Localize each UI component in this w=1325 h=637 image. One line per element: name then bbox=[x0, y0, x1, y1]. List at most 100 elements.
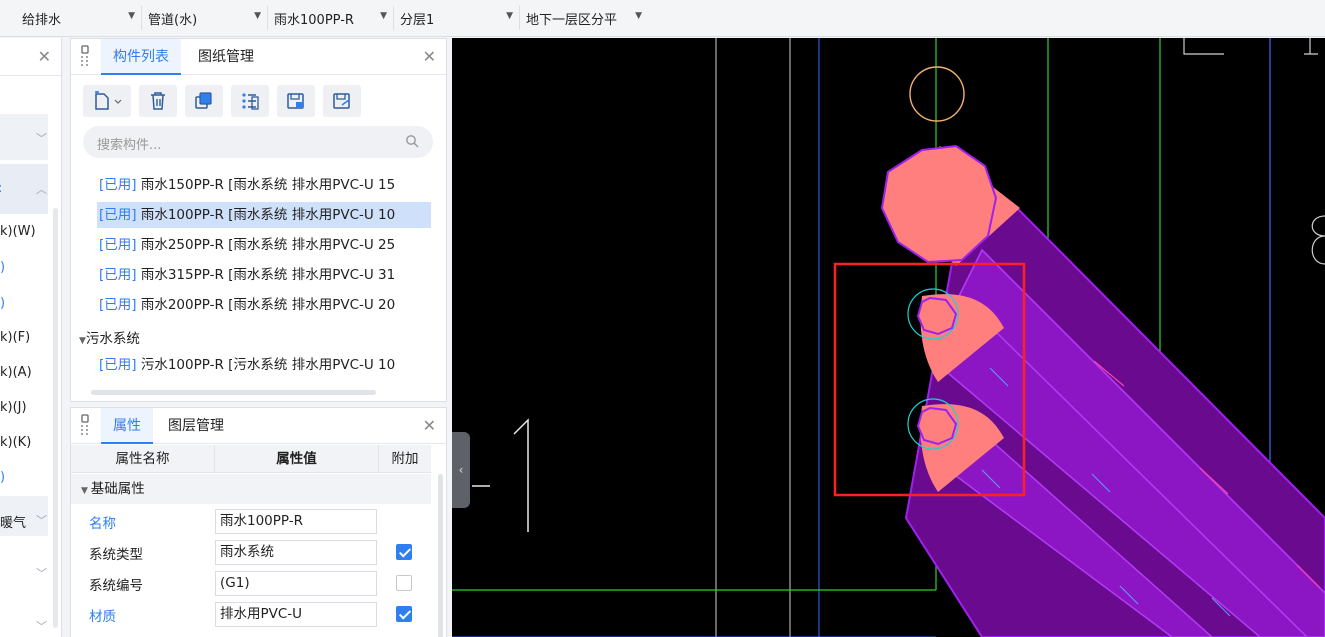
floor-dropdown[interactable]: 地下一层区分平 ▼ bbox=[522, 6, 644, 30]
list-icon bbox=[242, 93, 259, 110]
pin-icon[interactable] bbox=[79, 45, 91, 67]
drawing-mark bbox=[1311, 215, 1325, 265]
tab-properties[interactable]: 属性 bbox=[101, 408, 153, 444]
list-item[interactable]: [已用] 雨水315PP-R [雨水系统 排水用PVC-U 31 bbox=[99, 262, 429, 288]
import-icon bbox=[287, 93, 304, 109]
properties-panel: 属性 图层管理 ✕ 属性名称 属性值 附加 ▼ 基础属性 名称 雨水100PP-… bbox=[70, 407, 447, 637]
left-tree-row[interactable]: ) bbox=[0, 470, 48, 485]
used-tag: [已用] bbox=[99, 357, 137, 373]
delete-button[interactable] bbox=[139, 85, 177, 117]
left-tree-row[interactable]: k)(W) bbox=[0, 224, 48, 239]
chevron-down-icon: ▼ bbox=[635, 11, 642, 21]
column-header-extra: 附加 bbox=[391, 451, 419, 467]
property-name: 系统类型 bbox=[89, 547, 143, 563]
property-value-field[interactable]: 雨水100PP-R bbox=[215, 509, 377, 534]
properties-table-header: 属性名称 属性值 附加 bbox=[71, 445, 431, 473]
copy-button[interactable] bbox=[185, 85, 223, 117]
group-wastewater[interactable]: ▼污水系统 bbox=[79, 327, 140, 347]
item-text: 雨水200PP-R [雨水系统 排水用PVC-U 20 bbox=[136, 297, 396, 313]
export-button[interactable] bbox=[323, 85, 361, 117]
component-list-panel: 构件列表 图纸管理 ✕ 搜索构件... [已用] 雨水150PP-R [雨水系统… bbox=[70, 38, 447, 402]
properties-scrollbar[interactable] bbox=[438, 474, 443, 637]
floor-value: 地下一层区分平 bbox=[526, 12, 618, 28]
new-component-button[interactable] bbox=[83, 85, 131, 117]
search-input[interactable]: 搜索构件... bbox=[83, 126, 433, 158]
left-tree-row[interactable]: k)(A) bbox=[0, 365, 48, 380]
left-tree-row[interactable]: ) bbox=[0, 296, 48, 311]
panel-collapse-handle[interactable]: ‹ bbox=[452, 432, 470, 508]
extra-checkbox[interactable] bbox=[396, 606, 412, 622]
left-tree-row[interactable]: k)(F) bbox=[0, 330, 48, 345]
chevron-down-icon[interactable]: ﹀ bbox=[36, 565, 47, 581]
property-value-field[interactable]: (G1) bbox=[215, 571, 377, 596]
riser-circle bbox=[909, 66, 965, 122]
section-basic-properties[interactable]: ▼ 基础属性 bbox=[71, 474, 431, 504]
property-name: 系统编号 bbox=[89, 578, 143, 594]
close-icon[interactable]: ✕ bbox=[423, 416, 436, 435]
item-text: 雨水150PP-R [雨水系统 排水用PVC-U 15 bbox=[136, 177, 396, 193]
tab-component-list[interactable]: 构件列表 bbox=[101, 39, 181, 75]
type-dropdown[interactable]: 管道(水) ▼ bbox=[144, 6, 268, 30]
property-row: 材质 排水用PVC-U bbox=[71, 599, 431, 630]
discipline-dropdown[interactable]: 给排水 ▼ bbox=[18, 6, 142, 30]
item-text: 雨水315PP-R [雨水系统 排水用PVC-U 31 bbox=[136, 267, 396, 283]
horizontal-scrollbar[interactable] bbox=[91, 390, 376, 395]
close-icon[interactable]: ✕ bbox=[423, 47, 436, 66]
search-icon[interactable] bbox=[405, 134, 419, 148]
tab-drawing-management[interactable]: 图纸管理 bbox=[198, 39, 254, 75]
left-tree-panel: ✕ ﹀ : ︿ k)(W) ) ) k)(F) k)(A) k)(J) k)(K… bbox=[0, 38, 62, 637]
left-panel-scrollbar[interactable] bbox=[53, 208, 58, 628]
list-item[interactable]: [已用] 雨水250PP-R [雨水系统 排水用PVC-U 25 bbox=[99, 232, 429, 258]
chevron-down-icon: ▼ bbox=[254, 11, 261, 21]
section-label: 基础属性 bbox=[90, 481, 145, 497]
left-tree-row[interactable]: k)(J) bbox=[0, 400, 48, 415]
left-panel-header: ✕ bbox=[0, 38, 61, 76]
left-tree-row[interactable]: ) bbox=[0, 260, 48, 275]
list-view-button[interactable] bbox=[231, 85, 269, 117]
pin-icon[interactable] bbox=[79, 414, 91, 436]
property-name: 名称 bbox=[89, 516, 116, 532]
tab-layer-management[interactable]: 图层管理 bbox=[168, 408, 224, 444]
layer-dropdown[interactable]: 分层1 ▼ bbox=[396, 6, 520, 30]
list-item-selected[interactable]: [已用] 雨水100PP-R [雨水系统 排水用PVC-U 10 bbox=[97, 202, 431, 228]
new-file-icon bbox=[95, 91, 122, 110]
chevron-down-icon[interactable]: ﹀ bbox=[36, 618, 47, 634]
type-value: 管道(水) bbox=[148, 12, 198, 28]
chevron-down-icon[interactable]: ﹀ bbox=[36, 512, 47, 528]
chevron-up-icon[interactable]: ︿ bbox=[36, 181, 47, 197]
cad-drawing-canvas[interactable] bbox=[452, 38, 1325, 637]
list-item[interactable]: [已用] 雨水150PP-R [雨水系统 排水用PVC-U 15 bbox=[99, 172, 429, 198]
list-item[interactable]: [已用] 污水100PP-R [污水系统 排水用PVC-U 10 bbox=[99, 352, 429, 378]
cad-drawing bbox=[452, 38, 1325, 637]
column-header-name: 属性名称 bbox=[71, 445, 215, 473]
import-button[interactable] bbox=[277, 85, 315, 117]
left-tree-row[interactable]: k)(K) bbox=[0, 435, 48, 450]
extra-checkbox[interactable] bbox=[396, 544, 412, 560]
item-text: 雨水100PP-R [雨水系统 排水用PVC-U 10 bbox=[136, 207, 396, 223]
chevron-down-icon: ▼ bbox=[380, 11, 387, 21]
expand-marker-icon: : bbox=[0, 181, 2, 196]
chevron-down-icon: ▼ bbox=[506, 11, 513, 21]
top-toolbar: 给排水 ▼ 管道(水) ▼ 雨水100PP-R ▼ 分层1 ▼ 地下一层区分平 … bbox=[0, 0, 1325, 37]
axis-label-mark bbox=[513, 418, 529, 532]
trash-icon bbox=[151, 92, 165, 110]
extra-checkbox[interactable] bbox=[396, 575, 412, 591]
chevron-down-icon[interactable]: ﹀ bbox=[36, 130, 47, 146]
drawing-mark bbox=[1304, 38, 1318, 55]
component-panel-tabs: 构件列表 图纸管理 ✕ bbox=[71, 39, 446, 75]
close-icon[interactable]: ✕ bbox=[38, 47, 51, 66]
property-name: 材质 bbox=[89, 609, 116, 625]
component-dropdown[interactable]: 雨水100PP-R ▼ bbox=[270, 6, 394, 30]
component-toolbar bbox=[83, 85, 361, 117]
property-value-field[interactable]: 排水用PVC-U bbox=[215, 602, 377, 627]
drawing-mark bbox=[1183, 38, 1224, 55]
copy-icon bbox=[195, 92, 212, 109]
property-value-field[interactable]: 雨水系统 bbox=[215, 540, 377, 565]
column-header-value: 属性值 bbox=[215, 445, 379, 473]
used-tag: [已用] bbox=[99, 297, 137, 313]
caret-down-icon: ▼ bbox=[79, 336, 86, 346]
list-item[interactable]: [已用] 雨水200PP-R [雨水系统 排水用PVC-U 20 bbox=[99, 292, 429, 318]
used-tag: [已用] bbox=[99, 207, 137, 223]
used-tag: [已用] bbox=[99, 237, 137, 253]
pipe-fitting-octagon bbox=[880, 144, 998, 264]
